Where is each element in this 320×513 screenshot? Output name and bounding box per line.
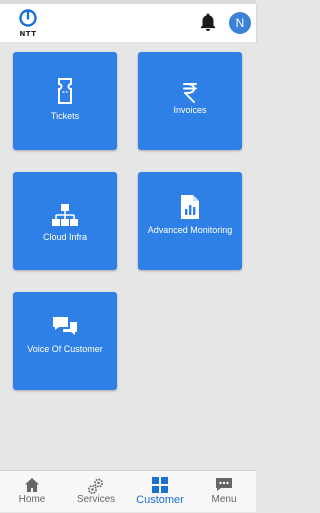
tile-tickets[interactable]: Tickets [13,52,117,150]
tile-advanced-monitoring[interactable]: Advanced Monitoring [138,172,242,270]
report-chart-icon [138,194,242,222]
chat-menu-icon [192,477,256,495]
gears-icon [64,477,128,495]
tile-label: Voice Of Customer [27,344,103,354]
ntt-logo[interactable]: NTT [14,8,42,40]
logo-text: NTT [19,30,37,38]
tile-label: Advanced Monitoring [147,225,233,235]
nav-home[interactable]: Home [0,471,64,513]
customer-dashboard: Tickets Invoices Cloud Infra Advanced Mo… [0,42,256,470]
bottom-navigation: Home Services Customer Menu [0,470,256,512]
tile-voice-of-customer[interactable]: Voice Of Customer [13,292,117,390]
tile-label: Cloud Infra [42,232,88,242]
nav-label: Customer [136,494,184,506]
user-avatar[interactable]: N [229,12,251,34]
nav-services[interactable]: Services [64,471,128,513]
tile-cloud-infra[interactable]: Cloud Infra [13,172,117,270]
app-bar: NTT N [0,4,256,42]
tile-label: Tickets [50,111,80,121]
chat-bubbles-icon [13,316,117,344]
ntt-logo-icon [19,9,37,27]
grid-icon [128,477,192,495]
bell-icon [200,13,216,31]
hierarchy-icon [13,204,117,232]
nav-customer[interactable]: Customer [128,471,192,513]
nav-menu[interactable]: Menu [192,471,256,513]
notifications-button[interactable] [199,12,217,32]
tile-label: Invoices [173,105,207,115]
home-icon [0,477,64,495]
nav-label: Home [18,494,46,505]
nav-label: Menu [211,494,237,505]
ticket-icon [13,78,117,106]
tile-invoices[interactable]: Invoices [138,52,242,150]
nav-label: Services [76,494,116,505]
